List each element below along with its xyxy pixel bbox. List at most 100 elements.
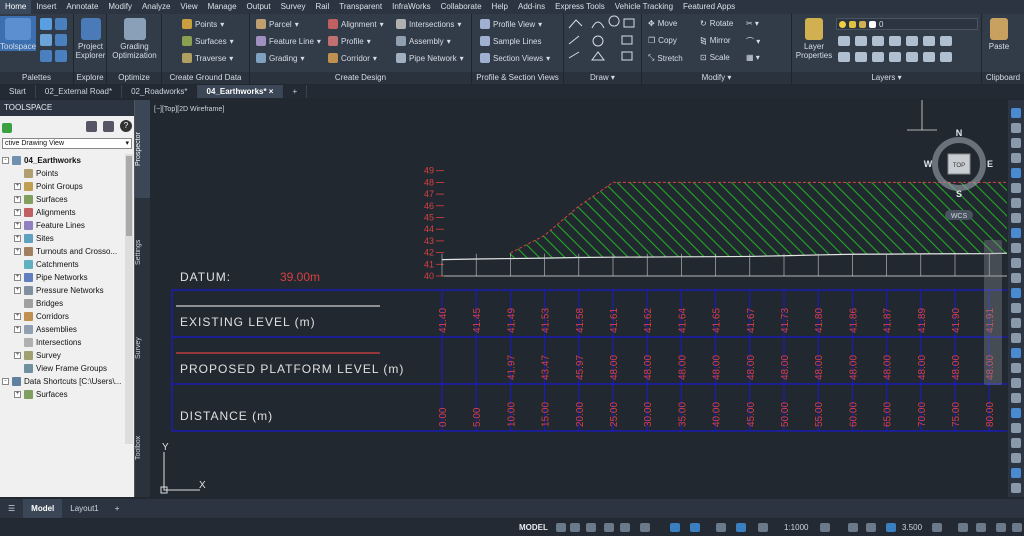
menu-modify[interactable]: Modify	[103, 0, 137, 14]
right-toolbar-tool-icon[interactable]	[1011, 438, 1021, 448]
ortho-icon[interactable]	[620, 523, 630, 532]
menu-help[interactable]: Help	[487, 0, 513, 14]
model-space-button[interactable]: MODEL	[519, 522, 548, 533]
layer-tool-icon[interactable]	[906, 52, 918, 62]
right-toolbar-tool-icon[interactable]	[1011, 363, 1021, 373]
drawing-view-dropdown[interactable]: ctive Drawing View ▾	[2, 138, 132, 149]
tree-item[interactable]: Bridges	[0, 297, 125, 310]
menu-infraworks[interactable]: InfraWorks	[387, 0, 436, 14]
expand-icon[interactable]: +	[14, 196, 21, 203]
right-toolbar-tool-icon[interactable]	[1011, 228, 1021, 238]
expand-icon[interactable]: +	[14, 248, 21, 255]
file-tab[interactable]: 02_Roadworks*	[122, 85, 198, 98]
palettes-title[interactable]: Palettes	[0, 72, 73, 84]
menu-output[interactable]: Output	[242, 0, 276, 14]
dynamic-input-icon[interactable]	[604, 523, 614, 532]
tree-item[interactable]: + Surfaces	[0, 388, 125, 401]
right-toolbar-tool-icon[interactable]	[1011, 483, 1021, 493]
right-toolbar-tool-icon[interactable]	[1011, 213, 1021, 223]
3d-object-snap-icon[interactable]	[886, 523, 896, 532]
menu-transparent[interactable]: Transparent	[334, 0, 387, 14]
paste-button[interactable]: Paste	[982, 16, 1016, 51]
array-button[interactable]: ▦ ▾	[746, 53, 760, 62]
pipe-network-button[interactable]: Pipe Network ▾	[396, 53, 464, 63]
lineweight-icon[interactable]	[716, 523, 726, 532]
toolspace-title[interactable]: TOOLSPACE	[0, 100, 134, 116]
expand-icon[interactable]: +	[14, 209, 21, 216]
section-views-button[interactable]: Section Views ▾	[480, 53, 550, 63]
tree-item[interactable]: Points	[0, 167, 125, 180]
fillet-button[interactable]: ⌒ ▾	[746, 36, 760, 47]
add-icon[interactable]	[848, 523, 858, 532]
tree-item[interactable]: + Surfaces	[0, 193, 125, 206]
toolspace-button[interactable]: Toolspace	[0, 16, 36, 51]
properties-icon[interactable]	[40, 18, 52, 30]
collapse-icon[interactable]: -	[2, 378, 9, 385]
tree-item[interactable]: + Assemblies	[0, 323, 125, 336]
corridor-button[interactable]: Corridor ▾	[328, 53, 377, 63]
surfaces-button[interactable]: Surfaces ▾	[182, 36, 234, 46]
mirror-button[interactable]: ⧎ Mirror	[700, 36, 731, 45]
right-toolbar-tool-icon[interactable]	[1011, 468, 1021, 478]
menu-survey[interactable]: Survey	[276, 0, 311, 14]
expand-icon[interactable]: +	[14, 326, 21, 333]
tree-item[interactable]: + Pipe Networks	[0, 271, 125, 284]
alignment-button[interactable]: Alignment ▾	[328, 19, 384, 29]
feature-line-button[interactable]: Feature Line ▾	[256, 36, 321, 46]
right-toolbar-tool-icon[interactable]	[1011, 423, 1021, 433]
layer-tool-icon[interactable]	[855, 36, 867, 46]
help-icon[interactable]: ?	[120, 120, 132, 132]
right-toolbar-tool-icon[interactable]	[1011, 408, 1021, 418]
settings-gear-icon[interactable]	[55, 18, 67, 30]
autoscale-icon[interactable]	[758, 523, 768, 532]
menu-home[interactable]: Home	[0, 0, 32, 14]
right-toolbar-tool-icon[interactable]	[1011, 108, 1021, 118]
tree-item[interactable]: - Data Shortcuts [C:\Users\...	[0, 375, 125, 388]
layer-tool-icon[interactable]	[906, 36, 918, 46]
layer-tool-icon[interactable]	[838, 36, 850, 46]
expand-icon[interactable]: +	[14, 287, 21, 294]
snap-icon[interactable]	[570, 523, 580, 532]
menu-vehicle-tracking[interactable]: Vehicle Tracking	[610, 0, 678, 14]
menu-annotate[interactable]: Annotate	[61, 0, 103, 14]
menu-analyze[interactable]: Analyze	[137, 0, 175, 14]
trim-button[interactable]: ✂ ▾	[746, 19, 759, 28]
assembly-button[interactable]: Assembly ▾	[396, 36, 451, 46]
menu-manage[interactable]: Manage	[203, 0, 242, 14]
profile-view-button[interactable]: Profile View ▾	[480, 19, 542, 29]
new-tab-plus-icon[interactable]: +	[283, 85, 308, 98]
layer-tool-icon[interactable]	[923, 52, 935, 62]
layer-tool-icon[interactable]	[872, 36, 884, 46]
viewcube-top-label[interactable]: TOP	[953, 163, 965, 169]
copy-button[interactable]: ❐ Copy	[648, 36, 677, 45]
right-toolbar-tool-icon[interactable]	[1011, 258, 1021, 268]
layout-tab-model[interactable]: Model	[23, 499, 63, 518]
tool-palettes-icon[interactable]	[55, 34, 67, 46]
units-icon[interactable]	[976, 523, 986, 532]
right-toolbar-tool-icon[interactable]	[1011, 378, 1021, 388]
file-tab[interactable]: Start	[0, 85, 36, 98]
file-tab[interactable]: 02_External Road*	[36, 85, 123, 98]
isolate-icon[interactable]	[958, 523, 968, 532]
right-toolbar-tool-icon[interactable]	[1011, 288, 1021, 298]
vertical-scroll-overlay[interactable]	[984, 240, 1002, 385]
menu-icon[interactable]	[1012, 523, 1022, 532]
layer-tool-icon[interactable]	[923, 36, 935, 46]
viewcube-n-label[interactable]: N	[956, 128, 963, 138]
layer-tool-icon[interactable]	[940, 36, 952, 46]
menu-rail[interactable]: Rail	[310, 0, 334, 14]
right-toolbar-tool-icon[interactable]	[1011, 453, 1021, 463]
tree-item[interactable]: - 04_Earthworks	[0, 154, 125, 167]
sheet-set-icon[interactable]	[40, 50, 52, 62]
layer-icon[interactable]	[55, 50, 67, 62]
right-toolbar-tool-icon[interactable]	[1011, 243, 1021, 253]
right-toolbar-tool-icon[interactable]	[1011, 303, 1021, 313]
tree-item[interactable]: + Alignments	[0, 206, 125, 219]
tree-item[interactable]: + Feature Lines	[0, 219, 125, 232]
expand-icon[interactable]: +	[14, 274, 21, 281]
right-toolbar-tool-icon[interactable]	[1011, 318, 1021, 328]
customization-icon[interactable]	[996, 523, 1006, 532]
layer-tool-icon[interactable]	[855, 52, 867, 62]
expand-icon[interactable]: +	[14, 222, 21, 229]
right-toolbar-tool-icon[interactable]	[1011, 333, 1021, 343]
